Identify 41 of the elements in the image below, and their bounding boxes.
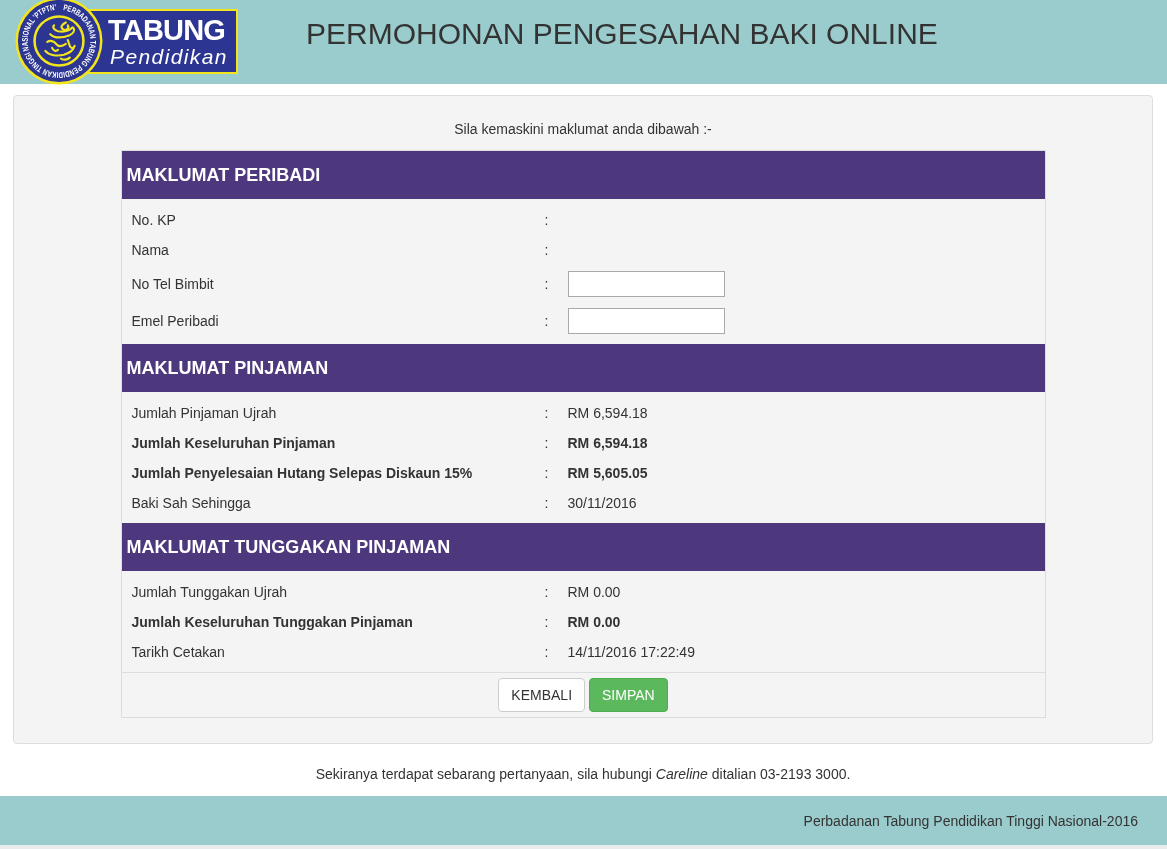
field-value: 30/11/2016 [567, 494, 637, 513]
section-heading: MAKLUMAT PERIBADI [121, 151, 1045, 199]
field-separator: : [544, 211, 550, 230]
text-input-field[interactable] [567, 307, 725, 334]
field-separator: : [544, 464, 550, 483]
page-title: PERMOHONAN PENGESAHAN BAKI ONLINE [306, 16, 938, 52]
field-label: Jumlah Penyelesaian Hutang Selepas Diskaun 15% [131, 464, 474, 483]
section-heading: MAKLUMAT PINJAMAN [121, 344, 1045, 392]
field-label: Jumlah Pinjaman Ujrah [131, 404, 278, 423]
field-separator: : [544, 643, 550, 662]
logo-tagline: Pendidikan [110, 44, 228, 69]
field-label: Nama [131, 241, 170, 260]
field-label: Emel Peribadi [131, 311, 220, 331]
back-button[interactable]: KEMBALI [498, 678, 586, 712]
field-separator: : [544, 311, 550, 331]
field-label: No. KP [131, 211, 177, 230]
field-separator: : [544, 404, 550, 423]
field-label: No Tel Bimbit [131, 274, 215, 294]
field-label: Tarikh Cetakan [131, 643, 226, 662]
field-separator: : [544, 434, 550, 453]
field-separator: : [544, 241, 550, 260]
intro-text: Sila kemaskini maklumat anda dibawah :- [453, 120, 713, 139]
field-value: RM 6,594.18 [567, 434, 648, 453]
logo-wordmark: TABUNG [108, 15, 226, 45]
field-label: Baki Sah Sehingga [131, 494, 252, 513]
field-separator: : [544, 583, 550, 602]
field-value: RM 6,594.18 [567, 404, 648, 423]
field-value: RM 0.00 [567, 583, 621, 602]
field-value: 14/11/2016 17:22:49 [567, 643, 695, 662]
field-separator: : [544, 274, 550, 294]
field-separator: : [544, 613, 550, 632]
field-value: RM 5,605.05 [567, 464, 648, 483]
section-heading: MAKLUMAT TUNGGAKAN PINJAMAN [121, 523, 1045, 571]
footer-text: Perbadanan Tabung Pendidikan Tinggi Nasional-2016 [803, 811, 1138, 831]
contact-note: Sekiranya terdapat sebarang pertanyaan, sila hubungi Careline ditalian 03-2193 3000. [314, 765, 852, 784]
field-label: Jumlah Keseluruhan Pinjaman [131, 434, 337, 453]
field-label: Jumlah Keseluruhan Tunggakan Pinjaman [131, 613, 414, 632]
field-separator: : [544, 494, 550, 513]
text-input-field[interactable] [567, 270, 725, 297]
field-label: Jumlah Tunggakan Ujrah [131, 583, 289, 602]
field-value: RM 0.00 [567, 613, 621, 632]
